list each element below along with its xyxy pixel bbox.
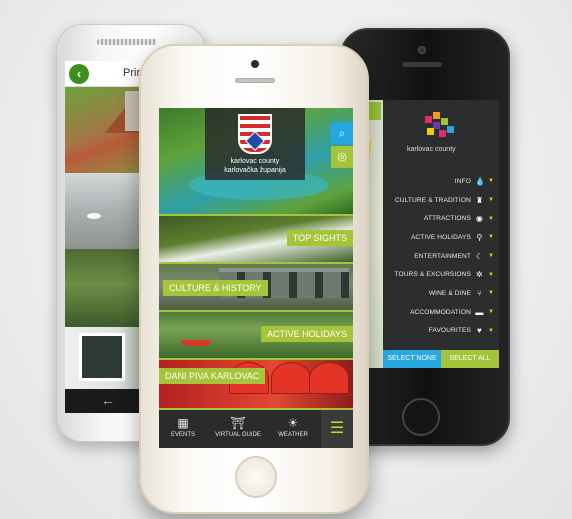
menu-item-accommodation[interactable]: ACCOMMODATION ▬ ▼ — [383, 303, 499, 322]
select-none-button[interactable]: SELECT NONE — [383, 350, 441, 368]
canoe-shape — [181, 340, 211, 346]
menu-item-label: WINE & DINE — [428, 289, 471, 297]
speaker-grille — [97, 39, 157, 45]
band-label: DANI PIVA KARLOVAC — [159, 368, 266, 384]
menu-item-wine-dine[interactable]: WINE & DINE ⑂ ▼ — [383, 284, 499, 303]
back-arrow-icon[interactable]: ← — [101, 392, 115, 408]
chevron-down-icon: ▼ — [487, 327, 494, 334]
tab-label: EVENTS — [170, 432, 195, 438]
band-dani-piva[interactable]: DANI PIVA KARLOVAC — [159, 358, 353, 408]
location-icon: ◎ — [337, 151, 347, 163]
band-culture-history[interactable]: CULTURE & HISTORY — [159, 262, 353, 310]
moon-icon: ☾ — [475, 251, 484, 261]
calendar-icon: ▦ — [177, 416, 189, 430]
band-top-sights[interactable]: TOP SIGHTS — [159, 214, 353, 262]
right-phone-screen: karlovac county INFO 💧 ▼ CULTURE & TRADITIO… — [349, 100, 499, 368]
earpiece — [402, 62, 442, 67]
band-label: TOP SIGHTS — [286, 230, 353, 246]
hero-banner: karlovac county karlovačka županija ⌕ ◎ — [159, 108, 353, 214]
menu-item-favourites[interactable]: FAVOURITES ♥ ▼ — [383, 322, 499, 341]
weather-icon: ☀ — [287, 416, 299, 430]
tab-events[interactable]: ▦ EVENTS — [161, 414, 205, 438]
guide-icon: ⛩ — [230, 416, 246, 430]
earpiece — [235, 78, 275, 83]
home-button[interactable] — [402, 398, 440, 436]
center-phone-screen: karlovac county karlovačka županija ⌕ ◎ … — [159, 108, 353, 448]
search-button[interactable]: ⌕ — [331, 122, 353, 144]
chevron-down-icon: ▼ — [487, 271, 494, 278]
product-mockup: ‹ Prird HO ← — [0, 0, 572, 519]
menu-item-label: ACCOMMODATION — [410, 308, 471, 316]
heart-icon: ♥ — [477, 326, 482, 336]
menu-item-tours-excursions[interactable]: TOURS & EXCURSIONS ✲ ▼ — [383, 265, 499, 284]
brand-panel: karlovac county karlovačka županija — [205, 108, 305, 180]
menu-item-label: CULTURE & TRADITION — [394, 196, 471, 204]
band-divider — [159, 310, 353, 312]
brand-line-croatian: karlovačka županija — [224, 167, 286, 174]
tab-label: VIRTUAL GUIDE — [215, 432, 261, 438]
selection-buttons: SELECT NONE SELECT ALL — [383, 350, 499, 368]
front-camera — [418, 46, 426, 54]
band-label: ACTIVE HOLIDAYS — [261, 326, 353, 342]
umbrella-shape — [271, 362, 311, 394]
chevron-down-icon: ▼ — [487, 197, 494, 204]
brand-line-english: karlovac county — [230, 158, 280, 165]
menu-item-active-holidays[interactable]: ACTIVE HOLIDAYS ⚲ ▼ — [383, 228, 499, 247]
crest-emblem — [245, 131, 265, 151]
hamburger-icon: ☰ — [329, 420, 345, 437]
select-all-button[interactable]: SELECT ALL — [441, 350, 499, 368]
location-button[interactable]: ◎ — [331, 146, 353, 168]
gear-icon: ✲ — [476, 270, 483, 280]
menu-button[interactable]: ☰ — [321, 410, 353, 448]
chevron-down-icon: ▼ — [487, 253, 494, 260]
menu-item-entertainment[interactable]: ENTERTAINMENT ☾ ▼ — [383, 247, 499, 266]
menu-item-label: ACTIVE HOLIDAYS — [410, 233, 471, 241]
umbrella-shape — [309, 362, 349, 394]
tab-weather[interactable]: ☀ WEATHER — [271, 414, 315, 438]
chevron-down-icon: ▼ — [487, 309, 494, 316]
search-icon: ⌕ — [338, 126, 346, 140]
band-divider — [159, 214, 353, 216]
menu-item-label: FAVOURITES — [428, 327, 471, 335]
front-camera — [251, 60, 259, 68]
menu-item-culture-tradition[interactable]: CULTURE & TRADITION ♜ ▼ — [383, 191, 499, 210]
category-menu: INFO 💧 ▼ CULTURE & TRADITION ♜ ▼ ATTRACTIONS ◉ ▼… — [383, 172, 499, 340]
band-divider — [159, 358, 353, 360]
chevron-down-icon: ▼ — [487, 290, 494, 297]
band-label: CULTURE & HISTORY — [163, 280, 268, 296]
culture-icon: ♜ — [475, 195, 484, 205]
cutlery-icon: ⑂ — [477, 288, 482, 298]
band-active-holidays[interactable]: ACTIVE HOLIDAYS — [159, 310, 353, 358]
menu-item-attractions[interactable]: ATTRACTIONS ◉ ▼ — [383, 209, 499, 228]
brand-name: karlovac county — [407, 146, 456, 153]
band-divider — [159, 262, 353, 264]
white-iphone: karlovac county karlovačka županija ⌕ ◎ … — [139, 44, 369, 514]
chevron-left-icon: ‹ — [76, 66, 82, 81]
bike-icon: ⚲ — [476, 232, 483, 242]
chevron-down-icon: ▼ — [487, 234, 494, 241]
county-crest-icon — [238, 114, 272, 154]
info-drop-icon: 💧 — [474, 176, 486, 186]
menu-item-label: TOURS & EXCURSIONS — [394, 271, 471, 279]
window-shape — [79, 333, 125, 381]
bed-icon: ▬ — [475, 307, 484, 317]
chevron-down-icon: ▼ — [487, 215, 494, 222]
menu-item-label: ATTRACTIONS — [423, 215, 471, 223]
menu-item-label: INFO — [454, 177, 471, 185]
chevron-down-icon: ▼ — [487, 178, 494, 185]
menu-item-info[interactable]: INFO 💧 ▼ — [383, 172, 499, 191]
county-logo-icon — [421, 110, 457, 140]
menu-item-label: ENTERTAINMENT — [414, 252, 471, 260]
swan-shape — [87, 213, 101, 219]
tab-label: WEATHER — [278, 432, 308, 438]
tab-virtual-guide[interactable]: ⛩ VIRTUAL GUIDE — [213, 414, 263, 438]
attractions-icon: ◉ — [475, 214, 483, 224]
bottom-tab-bar: ▦ EVENTS ⛩ VIRTUAL GUIDE ☀ WEATHER ☰ — [159, 408, 353, 448]
home-button[interactable] — [235, 456, 277, 498]
back-button[interactable]: ‹ — [69, 64, 89, 84]
